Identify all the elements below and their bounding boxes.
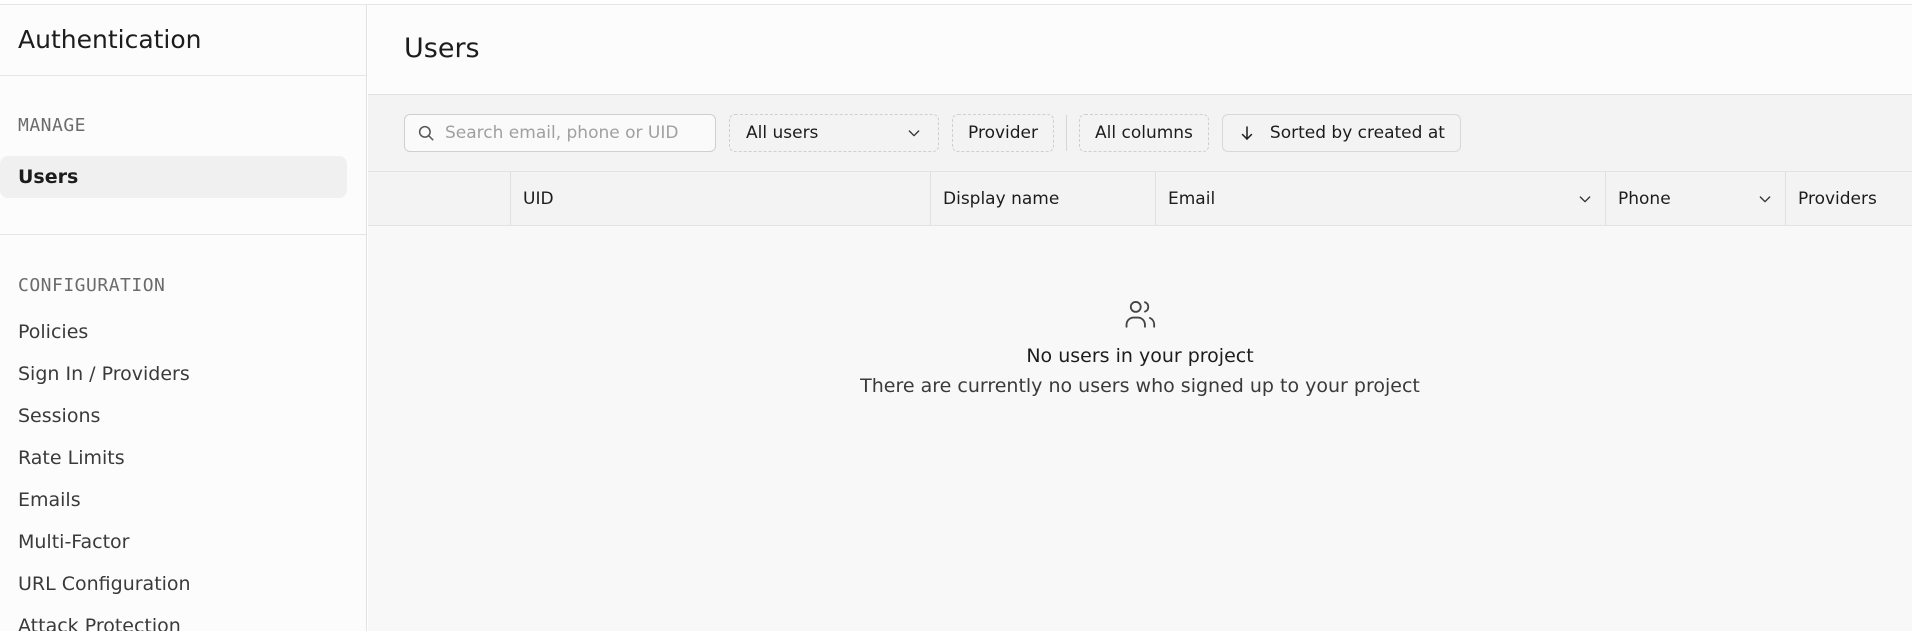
sidebar-item-emails[interactable]: Emails bbox=[0, 478, 366, 520]
table-header: UID Display name Email Phone Providers bbox=[368, 172, 1912, 226]
select-column-header bbox=[368, 172, 510, 225]
columns-button[interactable]: All columns bbox=[1079, 114, 1209, 152]
manage-section-label: MANAGE bbox=[18, 115, 87, 136]
column-header-uid[interactable]: UID bbox=[510, 172, 930, 225]
search-icon bbox=[418, 125, 434, 141]
users-filter-dropdown[interactable]: All users bbox=[729, 114, 939, 152]
search-box[interactable] bbox=[404, 114, 716, 152]
column-header-label: Providers bbox=[1798, 188, 1877, 209]
column-header-email[interactable]: Email bbox=[1155, 172, 1605, 225]
chevron-down-icon[interactable] bbox=[1577, 191, 1593, 207]
toolbar-separator bbox=[1066, 115, 1067, 151]
chevron-down-icon bbox=[908, 130, 920, 137]
empty-state-title: No users in your project bbox=[1026, 345, 1254, 367]
arrow-down-icon bbox=[1241, 126, 1253, 140]
sidebar-item-attack-protection[interactable]: Attack Protection bbox=[0, 604, 366, 631]
sidebar-item-policies[interactable]: Policies bbox=[0, 310, 366, 352]
provider-filter-button[interactable]: Provider bbox=[952, 114, 1054, 152]
sort-label: Sorted by created at bbox=[1269, 123, 1445, 143]
sidebar-item-users[interactable]: Users bbox=[0, 156, 347, 198]
sidebar-title: Authentication bbox=[0, 5, 366, 76]
column-header-phone[interactable]: Phone bbox=[1605, 172, 1785, 225]
users-icon bbox=[1125, 301, 1156, 328]
empty-state-subtitle: There are currently no users who signed … bbox=[860, 375, 1420, 397]
configuration-section-label: CONFIGURATION bbox=[18, 275, 166, 296]
sidebar-item-rate-limits[interactable]: Rate Limits bbox=[0, 436, 366, 478]
main-panel: Users All users Provider All columns Sor… bbox=[368, 5, 1912, 631]
configuration-list: Policies Sign In / Providers Sessions Ra… bbox=[0, 310, 366, 631]
sidebar: Authentication MANAGE Users CONFIGURATIO… bbox=[0, 5, 367, 631]
sort-button[interactable]: Sorted by created at bbox=[1221, 114, 1461, 152]
sidebar-item-url-configuration[interactable]: URL Configuration bbox=[0, 562, 366, 604]
column-header-label: Phone bbox=[1618, 188, 1671, 209]
page-title: Users bbox=[368, 5, 1912, 95]
column-header-display-name[interactable]: Display name bbox=[930, 172, 1155, 225]
empty-state: No users in your project There are curre… bbox=[368, 227, 1912, 397]
column-header-label: Display name bbox=[943, 188, 1060, 209]
sidebar-item-sign-in-providers[interactable]: Sign In / Providers bbox=[0, 352, 366, 394]
sidebar-item-sessions[interactable]: Sessions bbox=[0, 394, 366, 436]
search-input[interactable] bbox=[445, 123, 695, 143]
sidebar-item-multi-factor[interactable]: Multi-Factor bbox=[0, 520, 366, 562]
column-header-providers[interactable]: Providers bbox=[1785, 172, 1912, 225]
sidebar-divider bbox=[0, 234, 366, 235]
toolbar: All users Provider All columns Sorted by… bbox=[368, 95, 1912, 172]
column-header-label: UID bbox=[523, 188, 554, 209]
chevron-down-icon[interactable] bbox=[1757, 191, 1773, 207]
column-header-label: Email bbox=[1168, 188, 1216, 209]
users-filter-label: All users bbox=[746, 123, 819, 143]
